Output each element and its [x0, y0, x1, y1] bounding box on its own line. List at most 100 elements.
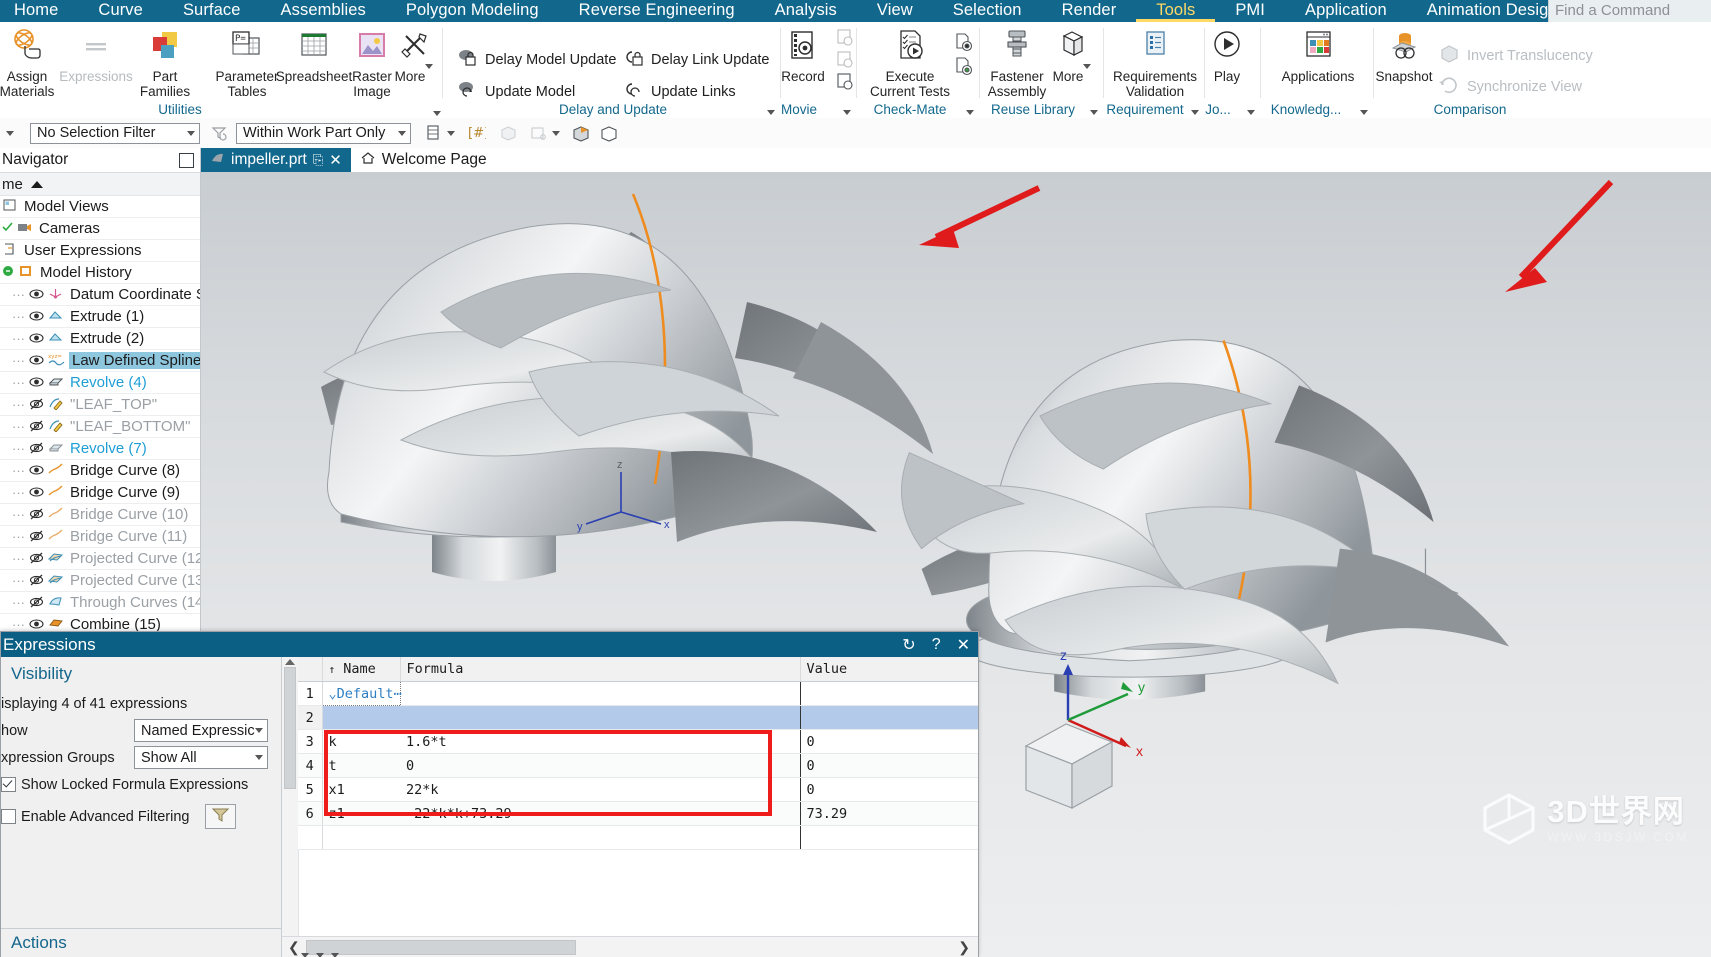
- check-mate-group-expand-caret-icon[interactable]: [966, 110, 974, 115]
- table-row[interactable]: 1 ⌄Default⋯: [298, 681, 978, 706]
- snap-point-caret-icon[interactable]: [447, 130, 455, 136]
- ribbon-tab-reverse-engineering[interactable]: Reverse Engineering: [559, 0, 755, 22]
- expression-name[interactable]: k: [322, 729, 400, 754]
- expression-formula[interactable]: 1.6*t: [400, 729, 800, 754]
- navigator-item-model-history[interactable]: Model History: [0, 262, 200, 284]
- ribbon-tab-application[interactable]: Application: [1285, 0, 1407, 22]
- toolbar-overflow-caret-icon[interactable]: [0, 130, 20, 136]
- bottom-caret-1-icon[interactable]: [301, 953, 309, 957]
- more-display-icon[interactable]: [598, 122, 620, 144]
- navigator-item-bridge-curve-11[interactable]: ··· Bridge Curve (11): [0, 526, 200, 548]
- navigator-item-bridge-curve-9[interactable]: ··· Bridge Curve (9): [0, 482, 200, 504]
- vertical-scroll-thumb[interactable]: [284, 667, 296, 789]
- visibility-eye-icon[interactable]: [29, 287, 44, 302]
- more-utilities-button[interactable]: More: [384, 26, 444, 84]
- navigator-group-header[interactable]: me: [0, 173, 200, 196]
- bottom-caret-3-icon[interactable]: [331, 953, 339, 957]
- ribbon-tab-pmi[interactable]: PMI: [1215, 0, 1285, 22]
- expression-formula[interactable]: [400, 825, 800, 850]
- ribbon-tab-assemblies[interactable]: Assemblies: [261, 0, 386, 22]
- close-icon[interactable]: ✕: [329, 151, 342, 169]
- visibility-eye-icon[interactable]: [29, 617, 44, 632]
- advanced-filtering-checkbox[interactable]: [1, 809, 16, 824]
- part-families-button[interactable]: Part Families: [126, 26, 204, 99]
- table-row[interactable]: 5 x1 22*k 0: [298, 777, 978, 802]
- ribbon-tab-surface[interactable]: Surface: [163, 0, 261, 22]
- visibility-eye-icon[interactable]: [29, 331, 44, 346]
- file-tab-impeller[interactable]: impeller.prt ⎘ ✕: [201, 148, 351, 172]
- snap-point-icon[interactable]: [423, 122, 445, 144]
- table-row[interactable]: [298, 825, 978, 850]
- show-locked-formula-checkbox[interactable]: [1, 777, 16, 792]
- navigator-item-projected-curve-13[interactable]: ··· Projected Curve (13): [0, 570, 200, 592]
- visibility-eye-icon[interactable]: [29, 309, 44, 324]
- horizontal-scroll-thumb[interactable]: [305, 939, 576, 955]
- solid-body-filter-icon[interactable]: [497, 122, 519, 144]
- visibility-eye-off-icon[interactable]: [29, 529, 44, 544]
- close-icon[interactable]: ✕: [957, 635, 970, 655]
- expression-groups-combo[interactable]: Show All: [134, 746, 268, 769]
- visibility-eye-off-icon[interactable]: [29, 397, 44, 412]
- expression-name[interactable]: [322, 825, 400, 850]
- more-reuse-button[interactable]: More: [1043, 26, 1101, 84]
- applications-button[interactable]: Applications: [1268, 26, 1368, 84]
- table-row[interactable]: 3 k 1.6*t 0: [298, 729, 978, 754]
- expression-formula[interactable]: -22*k*k+73.29: [400, 801, 800, 826]
- visibility-eye-off-icon[interactable]: [29, 573, 44, 588]
- navigator-item-leaf-bottom[interactable]: ··· "LEAF_BOTTOM": [0, 416, 200, 438]
- work-part-scope-caret-icon[interactable]: [398, 130, 406, 136]
- visibility-eye-off-icon[interactable]: [29, 551, 44, 566]
- reset-icon[interactable]: ↻: [902, 635, 915, 655]
- snap-options-icon[interactable]: [#]: [465, 122, 487, 144]
- navigator-item-revolve-4[interactable]: ··· Revolve (4): [0, 372, 200, 394]
- expression-name[interactable]: [322, 705, 400, 730]
- navigator-item-model-views[interactable]: Model Views: [0, 196, 200, 218]
- find-command-input[interactable]: Find a Command: [1548, 0, 1711, 22]
- visibility-eye-off-icon[interactable]: [29, 595, 44, 610]
- work-part-scope-combo[interactable]: Within Work Part Only: [236, 122, 411, 144]
- filter-reset-icon[interactable]: [208, 122, 230, 144]
- play-button[interactable]: Play: [1194, 26, 1260, 84]
- visibility-eye-off-icon[interactable]: [29, 507, 44, 522]
- expression-name[interactable]: t: [322, 753, 400, 778]
- requirements-validation-button[interactable]: Requirements Validation: [1105, 26, 1205, 99]
- ribbon-tab-curve[interactable]: Curve: [78, 0, 163, 22]
- movie-group-expand-caret-icon[interactable]: [843, 110, 851, 115]
- invert-translucency-item[interactable]: Invert Translucency: [1437, 43, 1593, 69]
- navigator-item-bridge-curve-8[interactable]: ··· Bridge Curve (8): [0, 460, 200, 482]
- expression-name[interactable]: z1: [322, 801, 400, 826]
- value-column-header[interactable]: Value: [799, 657, 978, 682]
- synchronize-view-item[interactable]: Synchronize View: [1437, 74, 1582, 100]
- ribbon-tab-view[interactable]: View: [857, 0, 933, 22]
- shaded-display-icon[interactable]: [570, 122, 592, 144]
- visibility-eye-icon[interactable]: [29, 463, 44, 478]
- navigator-item-through-curves-14[interactable]: ··· Through Curves (14): [0, 592, 200, 614]
- face-filter-caret-icon[interactable]: [552, 130, 560, 136]
- visibility-eye-off-icon[interactable]: [29, 441, 44, 456]
- group-expand-chevron-icon[interactable]: ⌄: [329, 686, 337, 702]
- expression-name[interactable]: x1: [322, 777, 400, 802]
- expressions-title-bar[interactable]: Expressions ↻ ? ✕: [1, 632, 978, 657]
- update-model-item[interactable]: Update Model: [457, 80, 575, 104]
- navigator-item-bridge-curve-10[interactable]: ··· Bridge Curve (10): [0, 504, 200, 526]
- navigator-item-datum-csys[interactable]: ··· Datum Coordinate Syst: [0, 284, 200, 306]
- expand-state-icon[interactable]: [2, 264, 14, 281]
- expression-groups-caret-icon[interactable]: [255, 755, 263, 760]
- navigator-item-law-defined-spline-3[interactable]: ··· xyz= Law Defined Spline (3): [0, 350, 200, 372]
- help-icon[interactable]: ?: [932, 636, 941, 654]
- table-row[interactable]: 6 z1 -22*k*k+73.29 73.29: [298, 801, 978, 826]
- expression-formula[interactable]: 22*k: [400, 777, 800, 802]
- show-locked-formula-row[interactable]: Show Locked Formula Expressions: [1, 771, 281, 798]
- delay-model-update-item[interactable]: Delay Model Update: [457, 48, 616, 72]
- visibility-eye-icon[interactable]: [29, 485, 44, 500]
- record-button[interactable]: Record: [770, 26, 836, 84]
- table-left-scroll-gutter[interactable]: [282, 657, 299, 937]
- visibility-eye-icon[interactable]: [29, 375, 44, 390]
- execute-current-tests-button[interactable]: Execute Current Tests: [864, 26, 956, 99]
- ribbon-tab-analysis[interactable]: Analysis: [755, 0, 857, 22]
- more-utilities-caret-icon[interactable]: [425, 64, 434, 84]
- navigator-item-user-expressions[interactable]: User Expressions: [0, 240, 200, 262]
- filter-funnel-icon[interactable]: [205, 804, 237, 829]
- navigator-item-cameras[interactable]: Cameras: [0, 218, 200, 240]
- navigator-item-extrude-1[interactable]: ··· Extrude (1): [0, 306, 200, 328]
